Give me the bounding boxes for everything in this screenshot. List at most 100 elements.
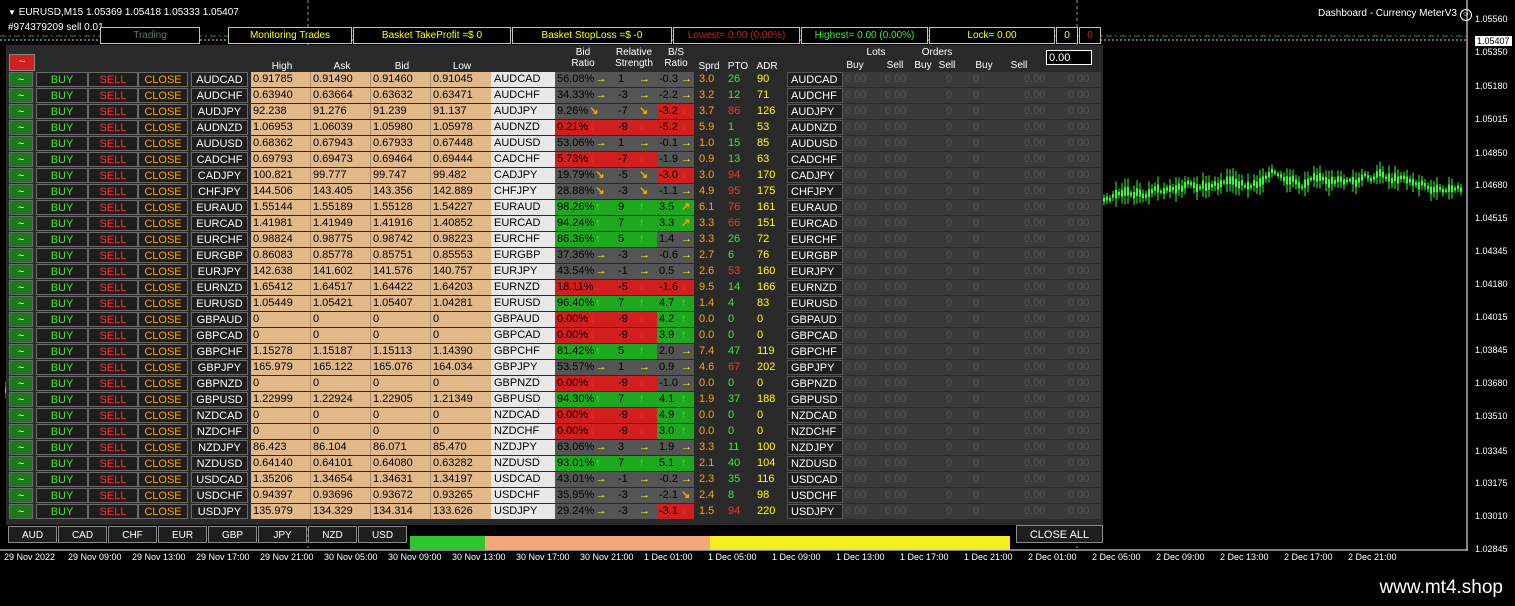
buy-button[interactable]: BUY bbox=[36, 216, 88, 231]
sell-button[interactable]: SELL bbox=[88, 280, 138, 295]
close-button[interactable]: CLOSE bbox=[138, 264, 188, 279]
sell-button[interactable]: SELL bbox=[88, 200, 138, 215]
buy-button[interactable]: BUY bbox=[36, 360, 88, 375]
toggle-row-button[interactable]: ~ bbox=[9, 184, 33, 199]
monitoring-trades-button[interactable]: Monitoring Trades bbox=[228, 27, 352, 44]
symbol-button[interactable]: USDJPY bbox=[191, 504, 248, 519]
close-button[interactable]: CLOSE bbox=[138, 168, 188, 183]
toggle-row-button[interactable]: ~ bbox=[9, 488, 33, 503]
buy-button[interactable]: BUY bbox=[36, 184, 88, 199]
buy-button[interactable]: BUY bbox=[36, 328, 88, 343]
close-button[interactable]: CLOSE bbox=[138, 232, 188, 247]
symbol-button[interactable]: CADJPY bbox=[191, 168, 248, 183]
toggle-row-button[interactable]: ~ bbox=[9, 152, 33, 167]
close-button[interactable]: CLOSE bbox=[138, 184, 188, 199]
buy-button[interactable]: BUY bbox=[36, 344, 88, 359]
toggle-row-button[interactable]: ~ bbox=[9, 216, 33, 231]
toggle-row-button[interactable]: ~ bbox=[9, 296, 33, 311]
sell-button[interactable]: SELL bbox=[88, 312, 138, 327]
sell-button[interactable]: SELL bbox=[88, 296, 138, 311]
toggle-row-button[interactable]: ~ bbox=[9, 344, 33, 359]
currency-tab-jpy[interactable]: JPY bbox=[258, 526, 307, 543]
symbol-button[interactable]: EURNZD bbox=[191, 280, 248, 295]
symbol-button[interactable]: USDCHF bbox=[191, 488, 248, 503]
close-button[interactable]: CLOSE bbox=[138, 136, 188, 151]
buy-button[interactable]: BUY bbox=[36, 168, 88, 183]
close-button[interactable]: CLOSE bbox=[138, 72, 188, 87]
symbol-button[interactable]: CHFJPY bbox=[191, 184, 248, 199]
close-button[interactable]: CLOSE bbox=[138, 504, 188, 519]
toggle-row-button[interactable]: ~ bbox=[9, 200, 33, 215]
buy-button[interactable]: BUY bbox=[36, 488, 88, 503]
close-button[interactable]: CLOSE bbox=[138, 216, 188, 231]
toggle-row-button[interactable]: ~ bbox=[9, 168, 33, 183]
sell-button[interactable]: SELL bbox=[88, 424, 138, 439]
close-button[interactable]: CLOSE bbox=[138, 376, 188, 391]
toggle-row-button[interactable]: ~ bbox=[9, 120, 33, 135]
buy-button[interactable]: BUY bbox=[36, 72, 88, 87]
toggle-row-button[interactable]: ~ bbox=[9, 104, 33, 119]
buy-button[interactable]: BUY bbox=[36, 88, 88, 103]
sell-button[interactable]: SELL bbox=[88, 136, 138, 151]
buy-button[interactable]: BUY bbox=[36, 104, 88, 119]
currency-tab-gbp[interactable]: GBP bbox=[208, 526, 257, 543]
sell-button[interactable]: SELL bbox=[88, 456, 138, 471]
close-button[interactable]: CLOSE bbox=[138, 152, 188, 167]
close-button[interactable]: CLOSE bbox=[138, 488, 188, 503]
symbol-button[interactable]: AUDUSD bbox=[191, 136, 248, 151]
toggle-row-button[interactable]: ~ bbox=[9, 504, 33, 519]
sell-button[interactable]: SELL bbox=[88, 408, 138, 423]
toggle-row-button[interactable]: ~ bbox=[9, 232, 33, 247]
symbol-button[interactable]: GBPNZD bbox=[191, 376, 248, 391]
symbol-button[interactable]: NZDUSD bbox=[191, 456, 248, 471]
sell-button[interactable]: SELL bbox=[88, 72, 138, 87]
buy-button[interactable]: BUY bbox=[36, 120, 88, 135]
close-button[interactable]: CLOSE bbox=[138, 104, 188, 119]
close-button[interactable]: CLOSE bbox=[138, 472, 188, 487]
toggle-row-button[interactable]: ~ bbox=[9, 360, 33, 375]
sell-button[interactable]: SELL bbox=[88, 264, 138, 279]
symbol-button[interactable]: CADCHF bbox=[191, 152, 248, 167]
close-button[interactable]: CLOSE bbox=[138, 456, 188, 471]
symbol-button[interactable]: NZDCHF bbox=[191, 424, 248, 439]
buy-button[interactable]: BUY bbox=[36, 200, 88, 215]
close-button[interactable]: CLOSE bbox=[138, 280, 188, 295]
toggle-row-button[interactable]: ~ bbox=[9, 72, 33, 87]
toggle-row-button[interactable]: ~ bbox=[9, 264, 33, 279]
sell-button[interactable]: SELL bbox=[88, 152, 138, 167]
toggle-row-button[interactable]: ~ bbox=[9, 376, 33, 391]
symbol-button[interactable]: EURCHF bbox=[191, 232, 248, 247]
buy-button[interactable]: BUY bbox=[36, 248, 88, 263]
sell-button[interactable]: SELL bbox=[88, 376, 138, 391]
symbol-button[interactable]: AUDJPY bbox=[191, 104, 248, 119]
symbol-button[interactable]: EURGBP bbox=[191, 248, 248, 263]
symbol-button[interactable]: AUDCHF bbox=[191, 88, 248, 103]
close-button[interactable]: CLOSE bbox=[138, 120, 188, 135]
close-button[interactable]: CLOSE bbox=[138, 440, 188, 455]
sell-button[interactable]: SELL bbox=[88, 216, 138, 231]
currency-tab-usd[interactable]: USD bbox=[358, 526, 407, 543]
symbol-button[interactable]: GBPUSD bbox=[191, 392, 248, 407]
sell-button[interactable]: SELL bbox=[88, 472, 138, 487]
close-button[interactable]: CLOSE bbox=[138, 248, 188, 263]
sell-button[interactable]: SELL bbox=[88, 232, 138, 247]
toggle-row-button[interactable]: ~ bbox=[9, 392, 33, 407]
toggle-row-button[interactable]: ~ bbox=[9, 456, 33, 471]
close-button[interactable]: CLOSE bbox=[138, 360, 188, 375]
toggle-button[interactable]: ~ bbox=[9, 54, 35, 71]
toggle-row-button[interactable]: ~ bbox=[9, 280, 33, 295]
currency-tab-chf[interactable]: CHF bbox=[108, 526, 157, 543]
buy-button[interactable]: BUY bbox=[36, 424, 88, 439]
close-button[interactable]: CLOSE bbox=[138, 312, 188, 327]
symbol-button[interactable]: GBPJPY bbox=[191, 360, 248, 375]
trading-button[interactable]: Trading bbox=[100, 27, 200, 44]
dropdown-icon[interactable]: ▼ bbox=[8, 8, 16, 17]
toggle-row-button[interactable]: ~ bbox=[9, 440, 33, 455]
buy-button[interactable]: BUY bbox=[36, 504, 88, 519]
sell-button[interactable]: SELL bbox=[88, 488, 138, 503]
close-button[interactable]: CLOSE bbox=[138, 296, 188, 311]
sell-button[interactable]: SELL bbox=[88, 88, 138, 103]
sell-button[interactable]: SELL bbox=[88, 440, 138, 455]
symbol-button[interactable]: USDCAD bbox=[191, 472, 248, 487]
sell-button[interactable]: SELL bbox=[88, 248, 138, 263]
